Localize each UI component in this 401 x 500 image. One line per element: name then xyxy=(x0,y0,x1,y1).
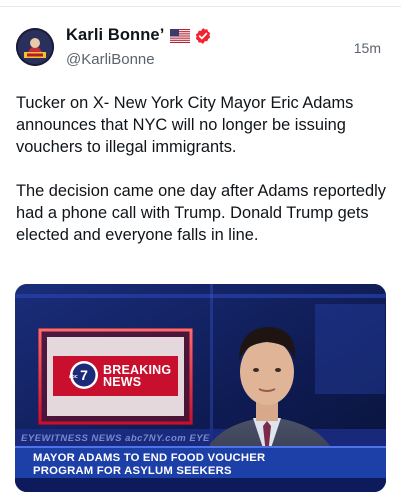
name-row: Karli Bonne’ xyxy=(66,26,212,45)
ticker-text: EYEWITNESS NEWS abc7NY.com EYE xyxy=(21,433,210,444)
us-flag-icon xyxy=(170,28,191,43)
post-media[interactable]: 7 abc BREAKING NEWS EYEWITNESS NEWS abc7… xyxy=(15,284,386,492)
display-name[interactable]: Karli Bonne’ xyxy=(66,26,164,45)
post-paragraph: Tucker on X- New York City Mayor Eric Ad… xyxy=(16,94,354,156)
svg-text:abc: abc xyxy=(69,374,78,380)
handle[interactable]: @KarliBonne xyxy=(66,51,155,68)
svg-text:7: 7 xyxy=(80,367,88,383)
top-divider xyxy=(0,6,401,7)
lower-third-line-2: PROGRAM FOR ASYLUM SEEKERS xyxy=(33,464,232,477)
post-header: Karli Bonne’ @KarliBonne 15m xyxy=(16,26,385,72)
post-paragraph: The decision came one day after Adams re… xyxy=(16,182,386,244)
post-body: Tucker on X- New York City Mayor Eric Ad… xyxy=(16,92,391,246)
avatar[interactable] xyxy=(16,28,54,66)
verified-badge-icon xyxy=(194,27,212,45)
breaking-line-2: NEWS xyxy=(103,375,142,389)
lower-third-caption: MAYOR ADAMS TO END FOOD VOUCHER PROGRAM … xyxy=(33,452,265,477)
lower-third-line-1: MAYOR ADAMS TO END FOOD VOUCHER xyxy=(33,452,266,464)
timestamp[interactable]: 15m xyxy=(354,40,381,56)
breaking-news-label: BREAKING NEWS xyxy=(103,364,171,389)
